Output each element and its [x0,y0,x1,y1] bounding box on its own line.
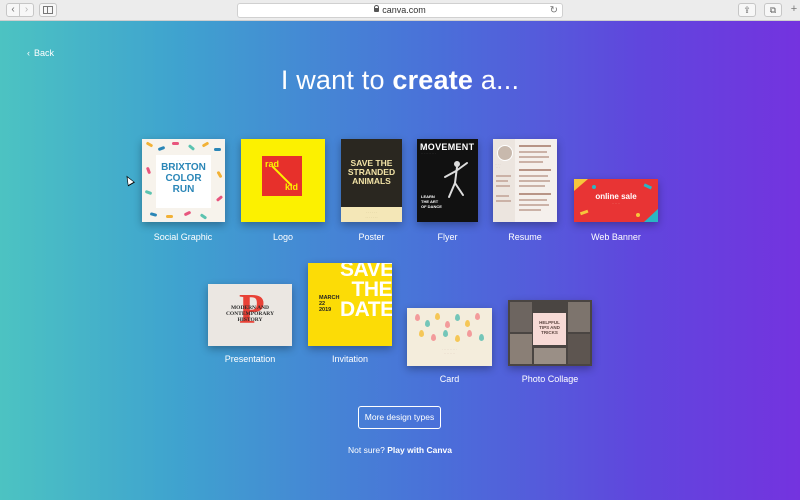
invitation-big-line: DATE [340,298,392,321]
tile-label: Card [439,374,460,384]
resume-photo [497,145,513,161]
browser-nav-buttons: ‹ › [6,3,34,17]
new-tab-icon[interactable]: + [788,3,800,17]
back-link[interactable]: ‹ Back [27,48,54,58]
poster-title-line: ANIMALS [352,176,391,186]
design-type-invitation[interactable]: SAVE THE DATE MARCH 22 2019 Invitation [308,263,392,364]
social-graphic-thumbnail: · · · · · · · · BRIXTON COLOR RUN [142,139,225,222]
collage-center-card: HELPFUL TIPS AND TRICKS [533,313,566,345]
social-title-line: COLOR RUN [165,173,202,195]
design-type-photo-collage[interactable]: HELPFUL TIPS AND TRICKS Photo Collage [507,300,593,384]
flyer-subtitle: · · · · · · · · · · [421,152,436,155]
design-type-flyer[interactable]: MOVEMENT · · · · · · · · · · LEARN THE A… [417,139,478,247]
chevron-left-icon: ‹ [27,48,30,58]
reload-icon[interactable]: ↻ [550,4,558,17]
poster-footer: · · · · · · · · · · · · · [341,207,402,222]
invitation-big-line: THE [351,278,393,301]
tile-label: Flyer [437,232,458,242]
canva-create-page: ‹ Back I want to create a... · · · · · ·… [0,21,800,500]
play-with-canva-link[interactable]: Play with Canva [387,445,452,455]
presentation-title-line: HISTORY [237,317,263,323]
presentation-thumbnail: P MODERN AND CONTEMPORARY HISTORY [208,284,292,346]
flyer-tagline: LEARN THE ART OF DANCE [421,194,442,209]
tile-label: Social Graphic [153,232,213,242]
design-type-logo[interactable]: rad kid Logo [241,139,325,247]
invitation-thumbnail: SAVE THE DATE MARCH 22 2019 [308,263,392,346]
poster-thumbnail: SAVE THE STRANDED ANIMALS · · · · · · · … [341,139,402,222]
tile-label: Web Banner [591,232,641,242]
flyer-tagline-line: OF DANCE [421,204,442,209]
headline-prefix: I want to [280,65,393,95]
chevron-right-icon[interactable]: › [20,3,34,17]
tabs-overview-icon[interactable]: ⧉ [764,3,782,17]
tile-label: Photo Collage [521,374,579,384]
resume-thumbnail: · · · · · · · [493,139,557,222]
design-type-resume[interactable]: · · · · · · · Resume [493,139,557,247]
address-bar[interactable]: canva.com ↻ [237,3,563,18]
sidebar-toggle-icon[interactable] [39,3,57,17]
flyer-thumbnail: MOVEMENT · · · · · · · · · · LEARN THE A… [417,139,478,222]
invitation-date: MARCH 22 2019 [319,295,339,313]
more-design-types-button[interactable]: More design types [358,406,441,429]
logo-thumbnail: rad kid [241,139,325,222]
photo-collage-thumbnail: HELPFUL TIPS AND TRICKS [508,300,592,366]
tile-label: Logo [272,232,294,242]
tile-label: Poster [358,232,385,242]
invitation-date-line: 2019 [319,307,332,313]
chevron-left-icon[interactable]: ‹ [6,3,20,17]
tile-label: Resume [508,232,542,242]
card-thumbnail: · · · · · · · · · · · · · · · · · · [407,308,492,366]
page-title: I want to create a... [0,65,800,96]
play-with-canva-prompt: Not sure? Play with Canva [0,445,800,455]
design-type-presentation[interactable]: P MODERN AND CONTEMPORARY HISTORY Presen… [207,284,293,364]
tile-label: Presentation [224,354,276,364]
footer-prefix: Not sure? [348,445,388,455]
poster-title: SAVE THE STRANDED ANIMALS [341,159,402,186]
card-message: · · · · · · · · · · · · · · · · · · [442,348,457,355]
design-type-web-banner[interactable]: online sale · · · · · · Web Banner [574,179,658,247]
resume-name: · · · · · · · [495,163,501,169]
design-type-social-graphic[interactable]: · · · · · · · · BRIXTON COLOR RUN Social… [140,139,226,247]
back-label: Back [34,48,55,58]
headline-bold: create [392,65,474,95]
web-banner-thumbnail: online sale · · · · · · [574,179,658,222]
flyer-title: MOVEMENT [420,142,475,152]
social-graphic-title: BRIXTON COLOR RUN [156,162,211,195]
design-type-card[interactable]: · · · · · · · · · · · · · · · · · · Card [407,308,492,384]
web-banner-subtitle: · · · · · · [611,202,621,205]
url-text: canva.com [382,5,426,15]
share-icon[interactable]: ⇪ [738,3,756,17]
logo-mark: rad kid [262,156,302,196]
logo-word: kid [284,182,298,192]
tile-label: Invitation [331,354,369,364]
invitation-big-text: SAVE THE DATE [340,263,392,320]
collage-title-line: TRICKS [541,330,558,335]
social-title-line: BRIXTON [161,162,206,173]
presentation-title: MODERN AND CONTEMPORARY HISTORY [208,305,292,323]
web-banner-title: online sale [595,192,637,201]
lock-icon [374,5,380,12]
design-type-poster[interactable]: SAVE THE STRANDED ANIMALS · · · · · · · … [341,139,402,247]
headline-suffix: a... [473,65,520,95]
browser-toolbar: ‹ › canva.com ↻ ⇪ ⧉ + [0,0,800,21]
social-graphic-inner: · · · · · · · · BRIXTON COLOR RUN [156,155,211,208]
